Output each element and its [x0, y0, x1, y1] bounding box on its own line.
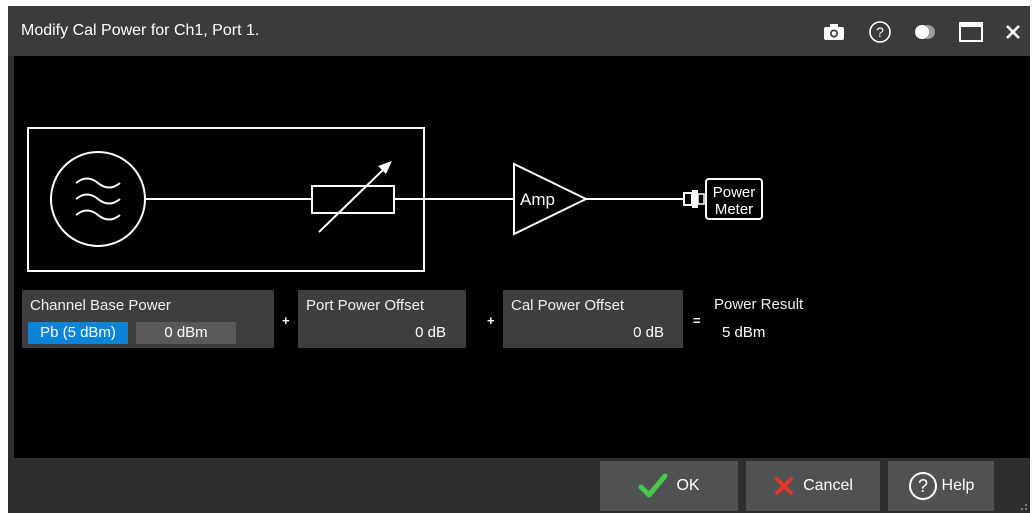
maximize-icon[interactable] [957, 18, 985, 46]
cancel-label: Cancel [803, 477, 853, 494]
toggle-icon[interactable] [911, 18, 939, 46]
power-result-value: 5 dBm [722, 324, 766, 341]
dialog-button-bar: OK Cancel ? Help [8, 458, 1030, 513]
plus-operator-2: + [487, 313, 495, 328]
power-meter-label-2: Meter [715, 201, 753, 218]
checkmark-icon [638, 473, 668, 498]
modify-cal-power-dialog: Modify Cal Power for Ch1, Port 1. ? Amp … [8, 6, 1030, 513]
svg-text:?: ? [876, 24, 884, 40]
channel-base-power-input[interactable]: 0 dBm [136, 322, 236, 344]
help-circle-icon: ? [908, 472, 937, 500]
amp-label: Amp [520, 190, 555, 209]
cal-power-offset-value: 0 dB [633, 324, 664, 341]
cancel-button[interactable]: Cancel [746, 461, 880, 511]
power-meter-icon: Power Meter [683, 178, 763, 220]
close-icon[interactable] [999, 18, 1027, 46]
pb-power-button[interactable]: Pb (5 dBm) [28, 322, 128, 344]
cal-power-canvas: Amp Power Meter Channel Base Power Pb (5… [14, 56, 1030, 458]
port-power-offset-value: 0 dB [415, 324, 446, 341]
ok-label: OK [676, 477, 700, 494]
ok-button[interactable]: OK [600, 461, 738, 511]
port-power-offset-label: Port Power Offset [306, 297, 425, 314]
help-icon[interactable]: ? [866, 18, 894, 46]
attenuator-icon [311, 161, 395, 233]
power-result-label: Power Result [714, 296, 804, 313]
plus-operator-1: + [282, 313, 290, 328]
title-bar: Modify Cal Power for Ch1, Port 1. ? [8, 6, 1030, 56]
dialog-title: Modify Cal Power for Ch1, Port 1. [21, 22, 260, 39]
svg-text:?: ? [918, 476, 928, 496]
channel-base-power-label: Channel Base Power [30, 297, 171, 314]
camera-icon[interactable] [820, 18, 848, 46]
resize-grip-icon[interactable] [1020, 503, 1028, 511]
help-label: Help [941, 477, 975, 494]
help-button[interactable]: ? Help [888, 461, 994, 511]
signal-path-diagram: Amp Power Meter [27, 127, 763, 272]
power-meter-label-1: Power [713, 184, 756, 201]
amplifier-icon: Amp [513, 162, 589, 236]
cancel-x-icon [775, 477, 794, 495]
signal-generator-icon [50, 151, 146, 247]
equals-operator: = [693, 313, 701, 328]
cal-power-offset-label: Cal Power Offset [511, 297, 625, 314]
